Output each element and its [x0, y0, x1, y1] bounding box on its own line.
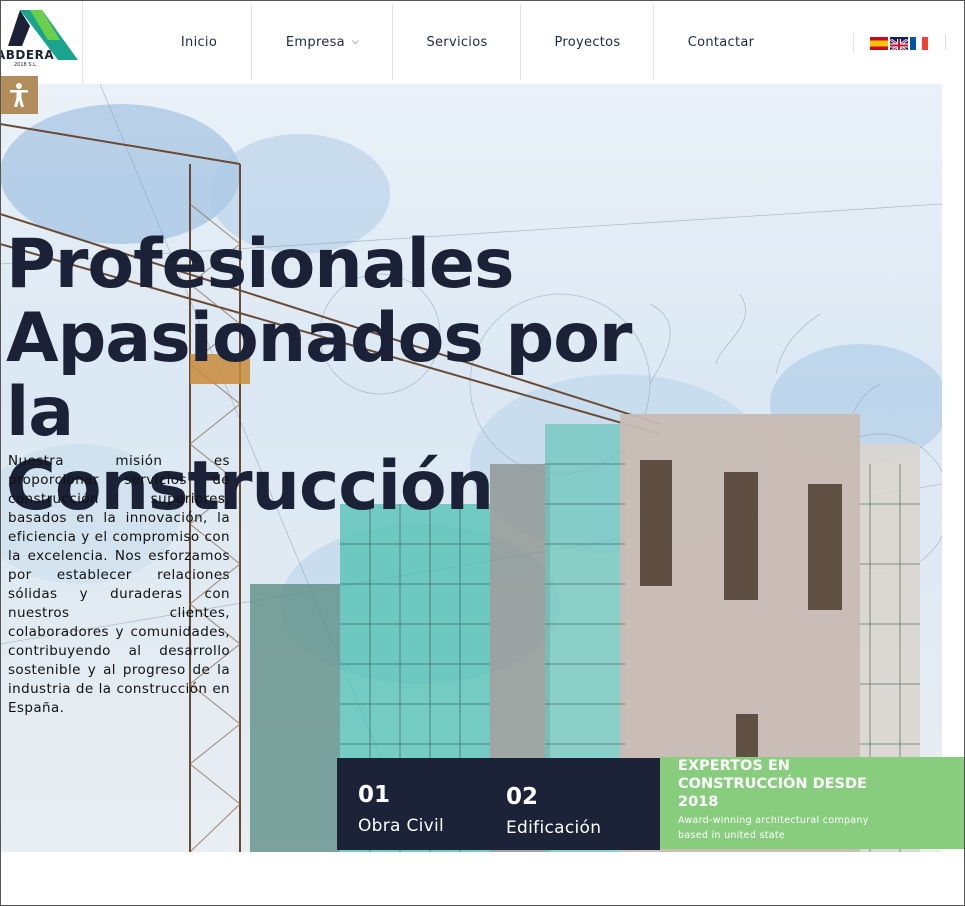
logo-mark-icon — [8, 10, 78, 60]
accessibility-icon — [10, 83, 28, 107]
logo-subtext: 2018 S.L. — [14, 62, 38, 68]
mission-text: Nuestra misión es proporcionar servicios… — [8, 453, 230, 716]
nav-label: Servicios — [426, 34, 488, 50]
service-cards: 01 Obra Civil 02 Edificación — [337, 758, 660, 850]
experts-title: EXPERTOS EN CONSTRUCCIÓN DESDE 2018 — [678, 758, 867, 810]
nav-label: Proyectos — [554, 34, 621, 50]
service-number: 02 — [506, 784, 539, 810]
logo[interactable]: ABDERA 2018 S.L. — [0, 0, 83, 84]
nav-label: Contactar — [687, 34, 755, 50]
nav-label: Inicio — [180, 34, 218, 50]
hero-section: Profesionales Apasionados por la Constru… — [0, 84, 942, 852]
header-divider — [945, 34, 946, 50]
experts-subtitle: Award-winning architectural company base… — [678, 815, 869, 841]
accessibility-button[interactable] — [0, 76, 38, 114]
site-header: ABDERA 2018 S.L. Inicio Empresa ⌵ Servic… — [0, 0, 965, 84]
nav-empresa[interactable]: Empresa ⌵ — [251, 4, 393, 80]
hero-title-line: Profesionales — [6, 225, 515, 304]
service-number: 01 — [358, 782, 391, 808]
experts-banner: EXPERTOS EN CONSTRUCCIÓN DESDE 2018 Awar… — [660, 757, 965, 849]
flag-es-icon[interactable] — [870, 36, 888, 50]
service-card-obra-civil[interactable]: 01 Obra Civil — [358, 782, 444, 836]
flag-fr-icon[interactable] — [910, 36, 928, 50]
logo-text: ABDERA — [0, 48, 55, 62]
nav-proyectos[interactable]: Proyectos — [520, 4, 654, 80]
language-switcher — [853, 33, 930, 53]
service-label: Edificación — [506, 818, 602, 838]
service-label: Obra Civil — [358, 816, 445, 836]
service-card-edificacion[interactable]: 02 Edificación — [506, 784, 601, 838]
chevron-down-icon: ⌵ — [351, 37, 360, 47]
flag-en-icon[interactable] — [890, 36, 908, 50]
hero-title-line: Apasionados por la — [6, 299, 632, 452]
nav-contactar[interactable]: Contactar — [653, 4, 788, 80]
nav-servicios[interactable]: Servicios — [392, 4, 521, 80]
nav-inicio[interactable]: Inicio — [148, 4, 250, 80]
nav-label: Empresa — [285, 34, 345, 50]
